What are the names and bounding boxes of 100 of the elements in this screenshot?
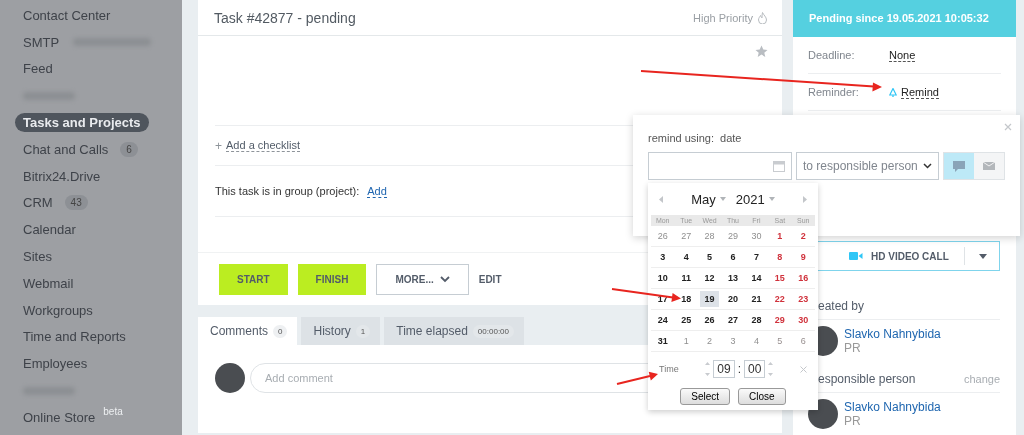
calendar-day[interactable]: 26 bbox=[697, 310, 722, 330]
calendar-day[interactable]: 1 bbox=[768, 226, 792, 246]
sidebar-item[interactable]: Tasks and Projects bbox=[15, 113, 149, 133]
field-value-link[interactable]: None bbox=[889, 48, 916, 62]
sidebar-item[interactable]: Sites bbox=[15, 247, 60, 267]
person-role: PR bbox=[844, 341, 862, 355]
sidebar-item[interactable]: Workgroups bbox=[15, 300, 101, 320]
calendar-day[interactable]: 29 bbox=[721, 226, 745, 246]
calendar-day[interactable]: 18 bbox=[674, 289, 698, 309]
flame-icon[interactable] bbox=[758, 11, 767, 24]
annotation-arrow bbox=[611, 288, 681, 302]
up-down-arrows-icon[interactable] bbox=[768, 361, 774, 377]
calendar-day[interactable]: 6 bbox=[791, 331, 815, 351]
calendar-day[interactable]: 24 bbox=[651, 310, 675, 330]
plus-icon: + bbox=[215, 138, 222, 153]
person-name-link[interactable]: Slavko Nahnybida bbox=[844, 327, 941, 341]
calendar-day[interactable]: 5 bbox=[697, 247, 722, 267]
tab[interactable]: Time elapsed 00:00:00 bbox=[384, 317, 524, 345]
previous-icon[interactable] bbox=[659, 195, 663, 203]
calendar-day[interactable]: 27 bbox=[721, 310, 745, 330]
calendar-day[interactable]: 30 bbox=[791, 310, 815, 330]
sidebar-item[interactable]: Calendar bbox=[15, 220, 84, 240]
sidebar-item[interactable]: Feed bbox=[15, 59, 61, 79]
star-icon[interactable] bbox=[755, 45, 768, 58]
section-heading: esponsible person bbox=[818, 372, 916, 386]
sidebar-item[interactable]: CRM bbox=[15, 193, 61, 213]
person-name-link[interactable]: Slavko Nahnybida bbox=[844, 400, 941, 414]
chat-icon bbox=[953, 160, 965, 172]
avatar bbox=[215, 363, 245, 393]
calendar-day[interactable]: 3 bbox=[651, 247, 675, 267]
calendar-day[interactable]: 8 bbox=[768, 247, 792, 267]
calendar-day[interactable]: 15 bbox=[768, 268, 792, 288]
close-icon[interactable] bbox=[1004, 123, 1012, 131]
status-banner: Pending since 19.05.2021 10:05:32 bbox=[793, 0, 1016, 37]
calendar-day[interactable]: 16 bbox=[791, 268, 815, 288]
calendar-day[interactable]: 7 bbox=[744, 247, 769, 267]
tab[interactable]: Comments 0 bbox=[198, 317, 298, 345]
calendar-day[interactable]: 11 bbox=[674, 268, 698, 288]
up-down-arrows-icon[interactable] bbox=[705, 361, 711, 377]
date-field[interactable] bbox=[648, 152, 792, 180]
group-label: This task is in group (project): bbox=[215, 185, 360, 197]
chevron-icon bbox=[923, 163, 932, 169]
tab[interactable]: History 1 bbox=[301, 317, 381, 345]
sidebar-item[interactable]: Bitrix24.Drive bbox=[15, 166, 109, 186]
calendar-day[interactable]: 28 bbox=[744, 310, 769, 330]
beta-label: beta bbox=[103, 405, 123, 417]
calendar-day[interactable]: 27 bbox=[674, 226, 698, 246]
calendar-day[interactable]: 26 bbox=[651, 226, 675, 246]
calendar-day[interactable]: 3 bbox=[721, 331, 745, 351]
more-button[interactable]: MORE... bbox=[376, 263, 469, 295]
calendar-day[interactable]: 25 bbox=[674, 310, 698, 330]
caret-icon bbox=[768, 197, 775, 201]
sidebar-item[interactable]: Time and Reports bbox=[15, 327, 134, 347]
section-heading: eated by bbox=[818, 299, 865, 313]
caret-icon[interactable] bbox=[979, 253, 987, 259]
recipient-select[interactable]: to responsible person bbox=[796, 152, 939, 180]
sidebar-item[interactable]: Contact Center bbox=[15, 5, 119, 25]
remind-mode[interactable]: date bbox=[720, 132, 742, 144]
calendar-day[interactable]: 20 bbox=[721, 289, 745, 309]
clear-icon[interactable] bbox=[800, 365, 807, 373]
close-button[interactable]: Close bbox=[738, 388, 786, 405]
field-value-link[interactable]: Remind bbox=[901, 85, 939, 99]
action-button[interactable]: START bbox=[219, 263, 288, 295]
action-button[interactable]: FINISH bbox=[297, 263, 367, 295]
select-button[interactable]: Select bbox=[680, 388, 731, 405]
calendar-day[interactable]: 31 bbox=[651, 331, 675, 351]
calendar-day[interactable]: 19 bbox=[699, 291, 720, 307]
calendar-day[interactable]: 6 bbox=[721, 247, 745, 267]
calendar-day[interactable]: 5 bbox=[768, 331, 792, 351]
sidebar-item[interactable]: Chat and Calls bbox=[15, 139, 117, 159]
calendar-day[interactable]: 10 bbox=[651, 268, 675, 288]
calendar-day[interactable]: 4 bbox=[674, 247, 698, 267]
edit-link[interactable]: EDIT bbox=[478, 273, 502, 285]
minute-field[interactable]: 00 bbox=[744, 360, 766, 378]
calendar-day[interactable]: 12 bbox=[697, 268, 722, 288]
calendar-day[interactable]: 23 bbox=[791, 289, 815, 309]
sidebar-item[interactable]: Online Store bbox=[15, 407, 104, 427]
field-label: Deadline: bbox=[808, 49, 856, 61]
add-checklist-link[interactable]: Add a checklist bbox=[226, 139, 300, 152]
month-select[interactable]: May bbox=[691, 191, 716, 207]
hour-field[interactable]: 09 bbox=[713, 360, 735, 378]
calendar-day[interactable]: 2 bbox=[697, 331, 722, 351]
sidebar-item[interactable]: Webmail bbox=[15, 273, 82, 293]
calendar-day[interactable]: 14 bbox=[744, 268, 769, 288]
add-group-link[interactable]: Add bbox=[367, 184, 387, 198]
year-select[interactable]: 2021 bbox=[735, 191, 765, 207]
next-icon[interactable] bbox=[803, 195, 807, 203]
calendar-day[interactable]: 13 bbox=[721, 268, 745, 288]
calendar-day[interactable]: 30 bbox=[744, 226, 769, 246]
calendar-icon bbox=[773, 160, 785, 172]
sidebar-item[interactable]: SMTP bbox=[15, 32, 68, 52]
calendar-day[interactable]: 21 bbox=[744, 289, 769, 309]
calendar-day[interactable]: 1 bbox=[674, 331, 698, 351]
sidebar-item[interactable]: Employees bbox=[15, 354, 96, 374]
calendar-day[interactable]: 22 bbox=[768, 289, 792, 309]
calendar-day[interactable]: 29 bbox=[768, 310, 792, 330]
count-badge: 6 bbox=[120, 141, 138, 157]
calendar-day[interactable]: 28 bbox=[697, 226, 722, 246]
calendar-day[interactable]: 4 bbox=[744, 331, 769, 351]
bell-icon bbox=[889, 87, 897, 97]
